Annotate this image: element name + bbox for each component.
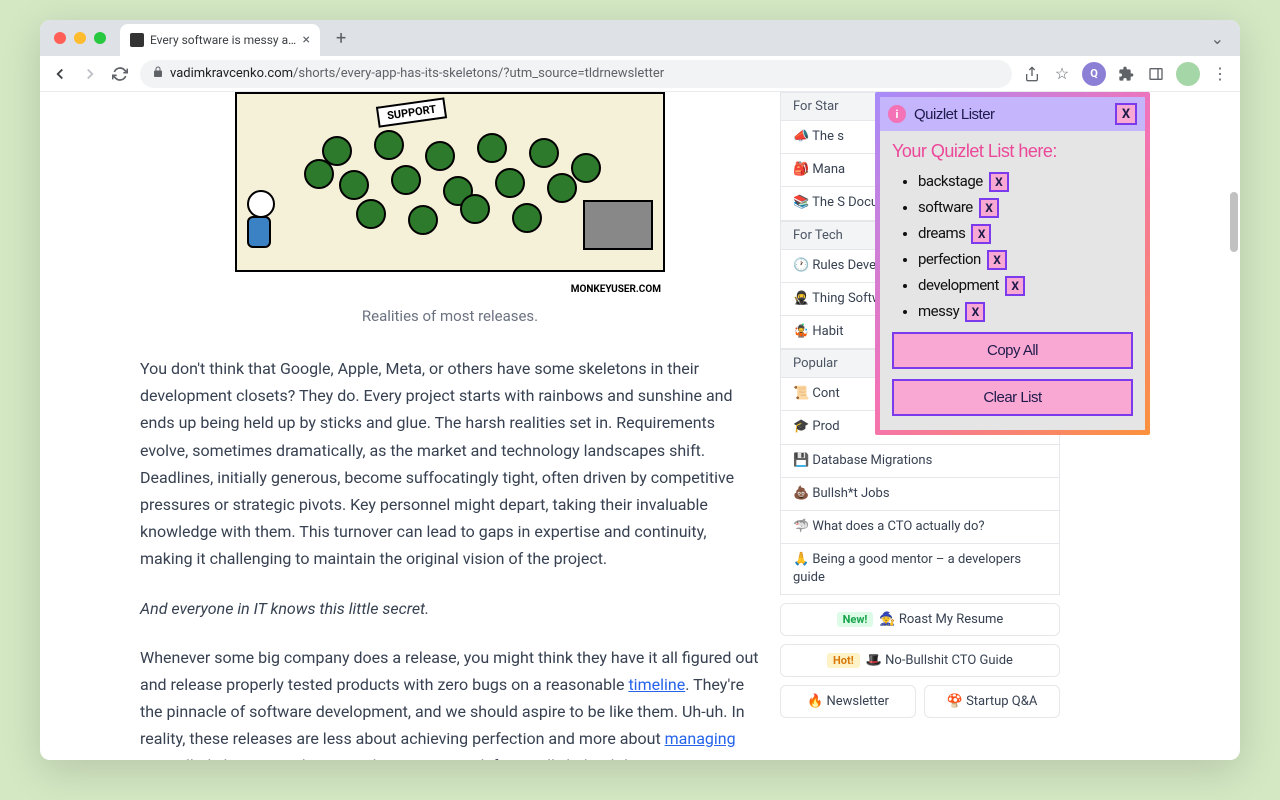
new-tab-button[interactable]: + — [328, 28, 354, 49]
tab-close-icon[interactable]: × — [303, 32, 310, 48]
remove-item-button[interactable]: X — [979, 198, 999, 218]
browser-tab[interactable]: Every software is messy and h × — [120, 24, 320, 56]
comic-desk — [583, 200, 653, 250]
traffic-lights — [48, 32, 112, 44]
quizlet-popup: i Quizlet Lister X Your Quizlet List her… — [875, 92, 1150, 435]
quizlet-list-item: perfectionX — [918, 250, 1133, 270]
window-minimize-icon[interactable] — [74, 32, 86, 44]
sidebar-item[interactable]: 🦈 What does a CTO actually do? — [780, 511, 1060, 544]
quizlet-title: Quizlet Lister — [914, 106, 1107, 123]
remove-item-button[interactable]: X — [987, 250, 1007, 270]
favicon-icon — [130, 33, 144, 47]
link-timeline[interactable]: timeline — [628, 675, 685, 694]
article-paragraph-italic: And everyone in IT knows this little sec… — [140, 599, 429, 618]
remove-item-button[interactable]: X — [989, 172, 1009, 192]
badge-new: New! — [837, 612, 874, 627]
scrollbar-thumb[interactable] — [1230, 192, 1238, 252]
comic-caption: Realities of most releases. — [140, 307, 760, 325]
info-icon[interactable]: i — [888, 105, 906, 123]
sidepanel-icon[interactable] — [1146, 64, 1166, 84]
badge-hot: Hot! — [827, 653, 860, 668]
back-button[interactable] — [50, 64, 70, 84]
sidebar-button-newsletter[interactable]: 🔥 Newsletter — [780, 685, 916, 718]
article-paragraph: You don't think that Google, Apple, Meta… — [140, 355, 760, 573]
quizlet-list-item: messyX — [918, 302, 1133, 322]
extensions-icon[interactable] — [1116, 64, 1136, 84]
comic-crowd — [287, 124, 633, 240]
quizlet-header: i Quizlet Lister X — [880, 97, 1145, 131]
forward-button[interactable] — [80, 64, 100, 84]
window-close-icon[interactable] — [54, 32, 66, 44]
comic-image: SUPPORT — [235, 92, 665, 272]
window-maximize-icon[interactable] — [94, 32, 106, 44]
quizlet-close-button[interactable]: X — [1115, 103, 1137, 125]
menu-icon[interactable]: ⋮ — [1210, 64, 1230, 84]
remove-item-button[interactable]: X — [965, 302, 985, 322]
quizlet-list-item: developmentX — [918, 276, 1133, 296]
sidebar-item[interactable]: 💩 Bullsh*t Jobs — [780, 478, 1060, 511]
article-column: SUPPORT MONKEYUSER.COM Realities of most… — [40, 92, 780, 760]
quizlet-list-item: dreamsX — [918, 224, 1133, 244]
quizlet-list-item: backstageX — [918, 172, 1133, 192]
sidebar-button-roast[interactable]: New! 🧙 Roast My Resume — [780, 603, 1060, 636]
profile-avatar[interactable] — [1176, 62, 1200, 86]
share-icon[interactable] — [1022, 64, 1042, 84]
comic-attribution: MONKEYUSER.COM — [235, 282, 665, 297]
clear-list-button[interactable]: Clear List — [892, 379, 1133, 416]
remove-item-button[interactable]: X — [971, 224, 991, 244]
reload-button[interactable] — [110, 64, 130, 84]
quizlet-list-item: softwareX — [918, 198, 1133, 218]
sidebar-item[interactable]: 🙏 Being a good mentor – a developers gui… — [780, 544, 1060, 595]
remove-item-button[interactable]: X — [1005, 276, 1025, 296]
url-path: /shorts/every-app-has-its-skeletons/?utm… — [293, 66, 664, 81]
quizlet-extension-icon[interactable]: Q — [1082, 62, 1106, 86]
sidebar-button-cto[interactable]: Hot! 🎩 No-Bullshit CTO Guide — [780, 644, 1060, 677]
quizlet-list: backstageX softwareX dreamsX perfectionX… — [892, 172, 1133, 322]
lock-icon — [152, 66, 164, 82]
sidebar-item[interactable]: 💾 Database Migrations — [780, 445, 1060, 478]
toolbar-right: ☆ Q ⋮ — [1022, 62, 1230, 86]
browser-window: Every software is messy and h × + ⌄ vadi… — [40, 20, 1240, 760]
url-domain: vadimkravcenko.com — [170, 66, 293, 81]
link-managing[interactable]: managing — [665, 729, 736, 748]
comic-person — [247, 190, 282, 250]
address-bar[interactable]: vadimkravcenko.com/shorts/every-app-has-… — [140, 60, 1012, 88]
quizlet-heading: Your Quizlet List here: — [892, 141, 1133, 162]
sidebar-button-qa[interactable]: 🍄 Startup Q&A — [924, 685, 1060, 718]
browser-toolbar: vadimkravcenko.com/shorts/every-app-has-… — [40, 56, 1240, 92]
tab-bar: Every software is messy and h × + ⌄ — [40, 20, 1240, 56]
tab-title: Every software is messy and h — [150, 33, 297, 47]
copy-all-button[interactable]: Copy All — [892, 332, 1133, 369]
tabs-chevron-icon[interactable]: ⌄ — [1203, 29, 1232, 48]
article-paragraph: Whenever some big company does a release… — [140, 644, 760, 760]
page-content: SUPPORT MONKEYUSER.COM Realities of most… — [40, 92, 1240, 760]
quizlet-body: Your Quizlet List here: backstageX softw… — [880, 131, 1145, 430]
article-body: You don't think that Google, Apple, Meta… — [140, 355, 760, 760]
bookmark-icon[interactable]: ☆ — [1052, 64, 1072, 84]
